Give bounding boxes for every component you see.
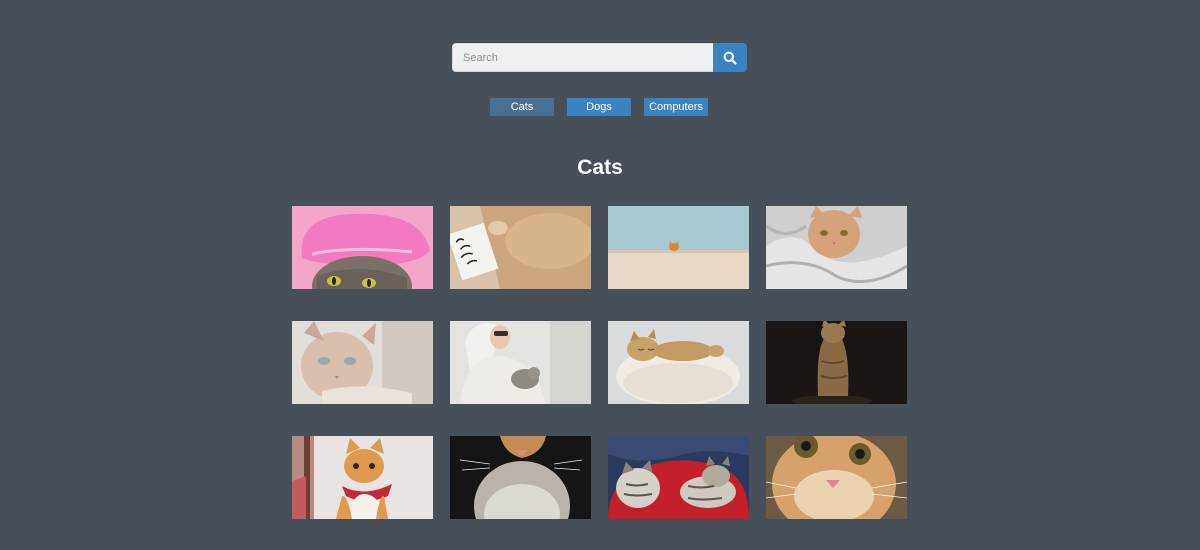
category-button-computers[interactable]: Computers [644, 98, 708, 116]
gallery-image-12[interactable] [766, 436, 907, 519]
gallery-image-5[interactable] [292, 321, 433, 404]
search-input[interactable] [452, 43, 713, 72]
search-icon [723, 51, 737, 65]
gallery-image-11[interactable] [608, 436, 749, 519]
image-gallery [292, 206, 907, 519]
gallery-image-8[interactable] [766, 321, 907, 404]
gallery-image-1[interactable] [292, 206, 433, 289]
gallery-image-3[interactable] [608, 206, 749, 289]
gallery-image-9[interactable] [292, 436, 433, 519]
search-button[interactable] [713, 43, 747, 72]
search-bar [452, 43, 747, 72]
category-button-dogs[interactable]: Dogs [567, 98, 631, 116]
gallery-image-10[interactable] [450, 436, 591, 519]
gallery-image-2[interactable] [450, 206, 591, 289]
category-button-cats[interactable]: Cats [490, 98, 554, 116]
gallery-image-7[interactable] [608, 321, 749, 404]
gallery-image-6[interactable] [450, 321, 591, 404]
section-title: Cats [577, 156, 623, 179]
gallery-image-4[interactable] [766, 206, 907, 289]
